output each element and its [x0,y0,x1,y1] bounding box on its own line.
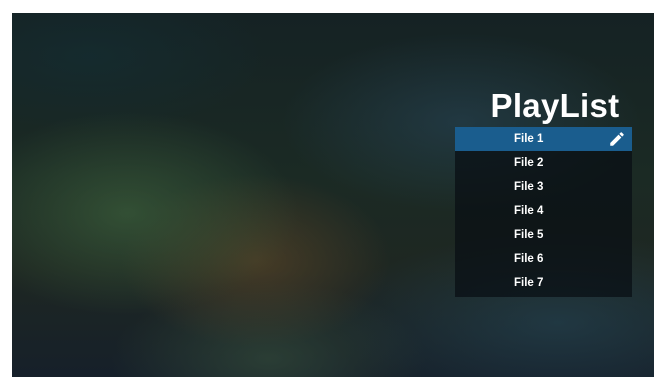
screen: PlayList File 1 File 2 File 3 File 4 Fil… [12,13,654,377]
playlist-item-file-1[interactable]: File 1 [455,127,632,151]
playlist-item-label: File 5 [514,229,544,241]
playlist-item-label: File 4 [514,205,544,217]
playlist-item-file-7[interactable]: File 7 [455,271,632,295]
playlist-item-file-4[interactable]: File 4 [455,199,632,223]
playlist-item-file-3[interactable]: File 3 [455,175,632,199]
playlist-item-label: File 7 [514,277,544,289]
playlist-item-label: File 6 [514,253,544,265]
playlist-title: PlayList [490,87,620,124]
pencil-icon[interactable] [608,130,626,148]
playlist-item-file-2[interactable]: File 2 [455,151,632,175]
playlist-item-label: File 2 [514,157,544,169]
playlist-file-list: File 1 File 2 File 3 File 4 File 5 File … [455,127,632,297]
playlist-item-label: File 1 [514,133,544,145]
playlist-item-file-6[interactable]: File 6 [455,247,632,271]
playlist-item-file-5[interactable]: File 5 [455,223,632,247]
playlist-item-label: File 3 [514,181,544,193]
